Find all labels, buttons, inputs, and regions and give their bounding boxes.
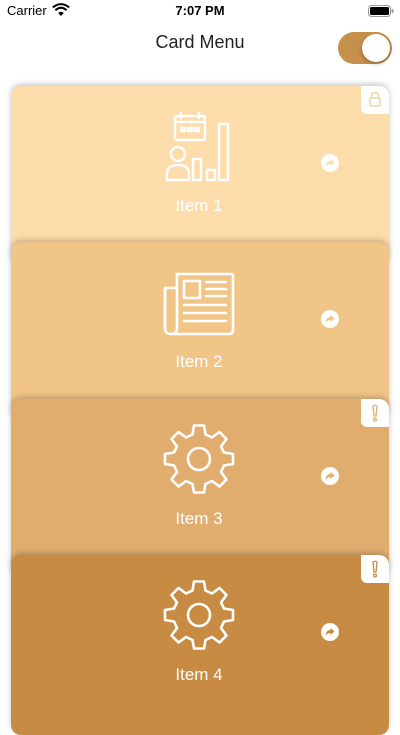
corner-badge [361,555,389,583]
battery-icon [368,5,394,17]
gear-icon [163,424,235,494]
gear-icon [163,580,235,650]
corner-badge [361,86,389,114]
status-bar: Carrier 7:07 PM [0,0,400,22]
menu-card-item-4[interactable]: Item 4 [11,555,389,735]
share-button[interactable] [321,310,339,328]
mode-toggle[interactable] [338,32,392,64]
share-button[interactable] [321,467,339,485]
share-button[interactable] [321,154,339,172]
menu-card-item-1[interactable]: Item 1 [11,86,389,266]
card-label: Item 1 [175,196,223,215]
share-icon [325,628,335,636]
share-icon [325,472,335,480]
card-label: Item 4 [175,665,223,684]
share-icon [325,159,335,167]
exclamation-icon [372,404,378,422]
share-icon [325,315,335,323]
card-label: Item 3 [175,509,223,528]
status-time: 7:07 PM [175,3,225,18]
menu-card-item-3[interactable]: Item 3 [11,399,389,579]
toggle-knob[interactable] [362,34,390,62]
card-label: Item 2 [175,352,223,371]
corner-badge [361,399,389,427]
share-button[interactable] [321,623,339,641]
newspaper-icon [163,272,235,336]
exclamation-icon [372,560,378,578]
chart-person-icon [165,111,230,182]
lock-icon [369,91,381,107]
menu-card-item-2[interactable]: Item 2 [11,242,389,422]
